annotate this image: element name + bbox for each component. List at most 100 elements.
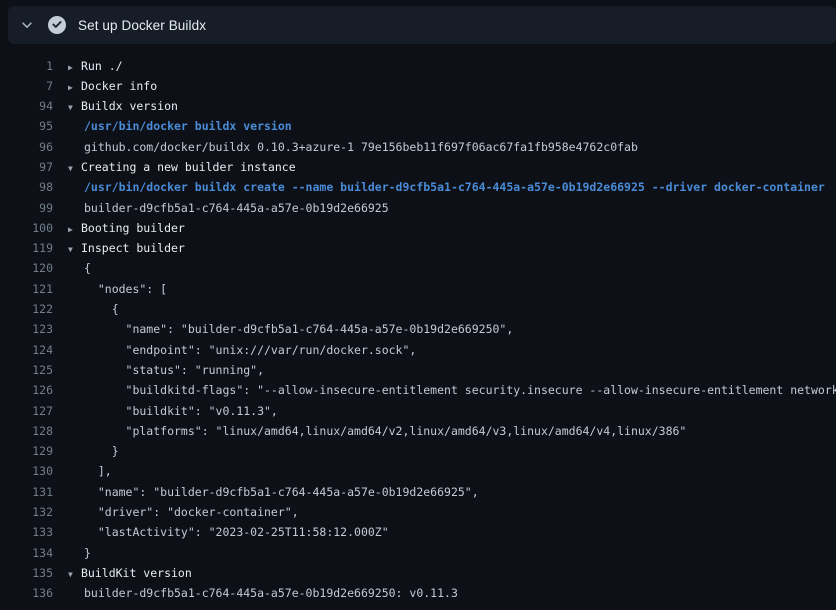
log-row: 127 "buildkit": "v0.11.3",: [0, 401, 836, 421]
group-expand-icon[interactable]: ▶: [66, 220, 81, 238]
log-row: 96 github.com/docker/buildx 0.10.3+azure-…: [0, 137, 836, 157]
log-row: 122 {: [0, 299, 836, 319]
log-row: 130 ],: [0, 461, 836, 481]
log-row: 120 {: [0, 258, 836, 278]
log-group-header[interactable]: ▼BuildKit version: [66, 563, 836, 583]
log-row: 136 builder-d9cfb5a1-c764-445a-a57e-0b19d…: [0, 583, 836, 603]
log-row: 123 "name": "builder-d9cfb5a1-c764-445a-…: [0, 319, 836, 339]
group-title[interactable]: Buildx version: [81, 99, 178, 113]
log-output-line: "platforms": "linux/amd64,linux/amd64/v2…: [66, 421, 836, 441]
group-title[interactable]: BuildKit version: [81, 566, 192, 580]
log-row: 99 builder-d9cfb5a1-c764-445a-a57e-0b19d2…: [0, 198, 836, 218]
log-row: 95/usr/bin/docker buildx version: [0, 116, 836, 136]
line-number[interactable]: 131: [0, 482, 53, 502]
log-output-line: github.com/docker/buildx 0.10.3+azure-1 …: [66, 137, 836, 157]
log-output-line: "status": "running",: [66, 360, 836, 380]
group-expand-icon[interactable]: ▶: [66, 58, 81, 76]
log-group-header[interactable]: ▼Creating a new builder instance: [66, 157, 836, 177]
log-row: 131 "name": "builder-d9cfb5a1-c764-445a-…: [0, 482, 836, 502]
log-row: 124 "endpoint": "unix:///var/run/docker.…: [0, 340, 836, 360]
log-row: 94 ▼Buildx version: [0, 96, 836, 116]
group-collapse-icon[interactable]: ▼: [66, 98, 81, 116]
log-output-line: "name": "builder-d9cfb5a1-c764-445a-a57e…: [66, 319, 836, 339]
log-output-line: {: [66, 258, 836, 278]
group-title[interactable]: Creating a new builder instance: [81, 160, 296, 174]
line-number[interactable]: 129: [0, 441, 53, 461]
line-number[interactable]: 7: [0, 76, 53, 96]
log-row: 132 "driver": "docker-container",: [0, 502, 836, 522]
line-number[interactable]: 126: [0, 380, 53, 400]
group-collapse-icon[interactable]: ▼: [66, 159, 81, 177]
log-output-line: ],: [66, 461, 836, 481]
check-circle-icon: [48, 16, 66, 34]
log-row: 119 ▼Inspect builder: [0, 238, 836, 258]
log-output-line: }: [66, 543, 836, 563]
line-number[interactable]: 1: [0, 56, 53, 76]
step-title: Set up Docker Buildx: [78, 18, 206, 33]
log-group-header[interactable]: ▼Buildx version: [66, 96, 836, 116]
line-number[interactable]: 98: [0, 177, 53, 197]
log-group-header[interactable]: ▶Booting builder: [66, 218, 836, 238]
line-number[interactable]: 134: [0, 543, 53, 563]
log-group-header[interactable]: ▶Run ./: [66, 56, 836, 76]
log-output-line: "nodes": [: [66, 279, 836, 299]
log-command-line: /usr/bin/docker buildx version: [66, 116, 836, 136]
chevron-down-icon[interactable]: [20, 18, 34, 32]
log-row: 128 "platforms": "linux/amd64,linux/amd6…: [0, 421, 836, 441]
line-number[interactable]: 124: [0, 340, 53, 360]
log-output-line: "buildkit": "v0.11.3",: [66, 401, 836, 421]
log-output-line: "endpoint": "unix:///var/run/docker.sock…: [66, 340, 836, 360]
log-row: 133 "lastActivity": "2023-02-25T11:58:12…: [0, 522, 836, 542]
step-header[interactable]: Set up Docker Buildx: [8, 6, 836, 44]
line-number[interactable]: 127: [0, 401, 53, 421]
line-number[interactable]: 132: [0, 502, 53, 522]
log-row: 134}: [0, 543, 836, 563]
line-number[interactable]: 119: [0, 238, 53, 258]
line-number[interactable]: 94: [0, 96, 53, 116]
line-number[interactable]: 120: [0, 258, 53, 278]
log-row: 7 ▶Docker info: [0, 76, 836, 96]
line-number[interactable]: 100: [0, 218, 53, 238]
line-number[interactable]: 125: [0, 360, 53, 380]
log-row: 1 ▶Run ./: [0, 56, 836, 76]
group-title[interactable]: Inspect builder: [81, 241, 185, 255]
line-number[interactable]: 96: [0, 137, 53, 157]
log-output-line: {: [66, 299, 836, 319]
log-command-line: /usr/bin/docker buildx create --name bui…: [66, 177, 836, 197]
log-row: 98/usr/bin/docker buildx create --name b…: [0, 177, 836, 197]
log-row: 121 "nodes": [: [0, 279, 836, 299]
line-number[interactable]: 133: [0, 522, 53, 542]
line-number[interactable]: 135: [0, 563, 53, 583]
group-title[interactable]: Docker info: [81, 79, 157, 93]
log-group-header[interactable]: ▼Inspect builder: [66, 238, 836, 258]
log-output-line: "name": "builder-d9cfb5a1-c764-445a-a57e…: [66, 482, 836, 502]
group-title[interactable]: Booting builder: [81, 221, 185, 235]
line-number[interactable]: 123: [0, 319, 53, 339]
line-number[interactable]: 136: [0, 583, 53, 603]
line-number[interactable]: 122: [0, 299, 53, 319]
line-number[interactable]: 99: [0, 198, 53, 218]
group-expand-icon[interactable]: ▶: [66, 78, 81, 96]
step-log-panel: Set up Docker Buildx 1▶Run ./7▶Docker in…: [0, 6, 836, 604]
line-number[interactable]: 97: [0, 157, 53, 177]
line-number[interactable]: 121: [0, 279, 53, 299]
log-row: 135 ▼BuildKit version: [0, 563, 836, 583]
log-row: 100 ▶Booting builder: [0, 218, 836, 238]
line-number[interactable]: 128: [0, 421, 53, 441]
log-output-line: builder-d9cfb5a1-c764-445a-a57e-0b19d2e6…: [66, 583, 836, 603]
log-row: 129 }: [0, 441, 836, 461]
group-title[interactable]: Run ./: [81, 59, 123, 73]
log-lines: 1▶Run ./7▶Docker info94▼Buildx version95…: [0, 44, 836, 604]
group-collapse-icon[interactable]: ▼: [66, 565, 81, 583]
log-output-line: "lastActivity": "2023-02-25T11:58:12.000…: [66, 522, 836, 542]
log-output-line: builder-d9cfb5a1-c764-445a-a57e-0b19d2e6…: [66, 198, 836, 218]
log-row: 125 "status": "running",: [0, 360, 836, 380]
log-row: 126 "buildkitd-flags": "--allow-insecure…: [0, 380, 836, 400]
log-row: 97 ▼Creating a new builder instance: [0, 157, 836, 177]
log-group-header[interactable]: ▶Docker info: [66, 76, 836, 96]
log-output-line: "driver": "docker-container",: [66, 502, 836, 522]
log-output-line: "buildkitd-flags": "--allow-insecure-ent…: [66, 380, 836, 400]
line-number[interactable]: 130: [0, 461, 53, 481]
group-collapse-icon[interactable]: ▼: [66, 240, 81, 258]
line-number[interactable]: 95: [0, 116, 53, 136]
